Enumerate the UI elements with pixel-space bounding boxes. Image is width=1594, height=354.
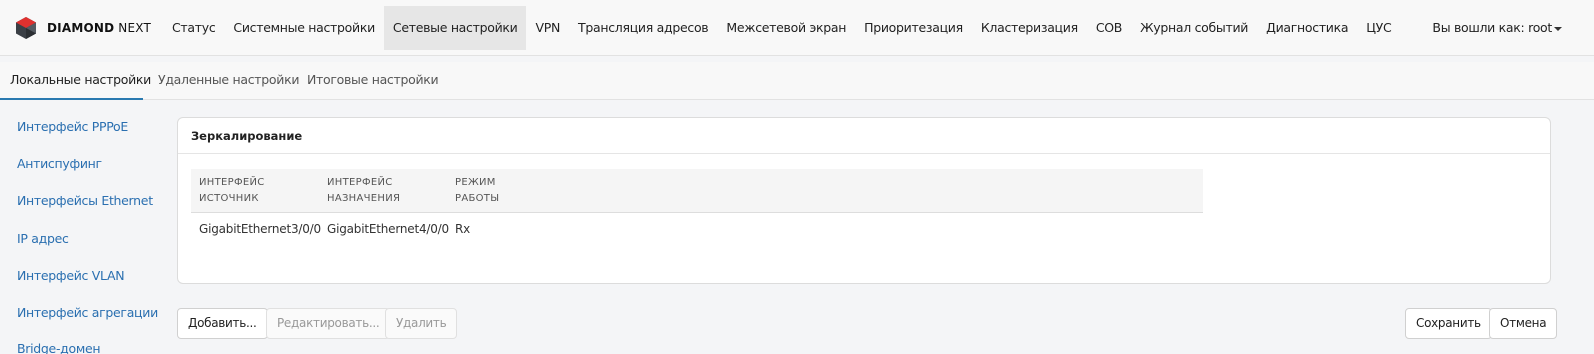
table-row[interactable]: GigabitEthernet3/0/0 GigabitEthernet4/0/…	[191, 213, 1203, 247]
sidebar-item-antispoofing[interactable]: Антиспуфинг	[17, 156, 102, 171]
panel-title: Зеркалирование	[178, 118, 1550, 154]
column-header-destination[interactable]: Интерфейс назначения	[327, 175, 400, 207]
cell-source: GigabitEthernet3/0/0	[199, 222, 321, 236]
sidebar-item-pppoe[interactable]: Интерфейс PPPoE	[17, 119, 128, 134]
user-menu[interactable]: Вы вошли как: root	[1432, 6, 1562, 50]
tab-remote-settings[interactable]: Удаленные настройки	[158, 62, 299, 100]
sidebar-item-ip-address[interactable]: IP адрес	[17, 231, 69, 246]
delete-button[interactable]: Удалить	[385, 308, 458, 339]
caret-down-icon	[1554, 26, 1562, 31]
mirroring-table: Интерфейс источник Интерфейс назначения Ре…	[191, 169, 1203, 247]
nav-item-event-log[interactable]: Журнал событий	[1131, 6, 1257, 50]
sub-tabs: Локальные настройки Удаленные настройки …	[0, 62, 1594, 100]
brand[interactable]: DIAMOND NEXT	[14, 16, 151, 40]
table-header: Интерфейс источник Интерфейс назначения Ре…	[191, 169, 1203, 213]
tab-local-settings[interactable]: Локальные настройки	[0, 62, 151, 100]
nav-item-cus[interactable]: ЦУС	[1357, 6, 1400, 50]
main-nav: Статус Системные настройки Сетевые настр…	[163, 6, 1400, 50]
nav-item-nat[interactable]: Трансляция адресов	[569, 6, 717, 50]
nav-item-ids[interactable]: СОВ	[1087, 6, 1131, 50]
save-button[interactable]: Сохранить	[1405, 308, 1492, 339]
tab-summary-settings[interactable]: Итоговые настройки	[307, 62, 439, 100]
nav-item-status[interactable]: Статус	[163, 6, 224, 50]
nav-item-diagnostics[interactable]: Диагностика	[1257, 6, 1357, 50]
brand-name: DIAMOND NEXT	[47, 21, 151, 35]
cell-mode: Rx	[455, 222, 471, 236]
nav-item-system-settings[interactable]: Системные настройки	[224, 6, 384, 50]
cell-destination: GigabitEthernet4/0/0	[327, 222, 449, 236]
column-header-mode[interactable]: Режим работы	[455, 175, 499, 207]
top-navbar: DIAMOND NEXT Статус Системные настройки …	[0, 0, 1594, 56]
mirroring-panel: Зеркалирование Интерфейс источник Интерфе…	[177, 117, 1551, 284]
sidebar-item-ethernet[interactable]: Интерфейсы Ethernet	[17, 193, 153, 208]
nav-item-network-settings[interactable]: Сетевые настройки	[383, 6, 527, 50]
user-menu-label: Вы вошли как: root	[1432, 20, 1552, 35]
nav-item-clustering[interactable]: Кластеризация	[972, 6, 1087, 50]
nav-item-firewall[interactable]: Межсетевой экран	[717, 6, 855, 50]
cancel-button[interactable]: Отмена	[1489, 308, 1558, 339]
sidebar-item-bridge-domain[interactable]: Bridge-домен	[17, 341, 101, 354]
sidebar-item-aggregation[interactable]: Интерфейс агрегации	[17, 305, 158, 320]
column-header-source[interactable]: Интерфейс источник	[199, 175, 265, 207]
sidebar-item-vlan[interactable]: Интерфейс VLAN	[17, 268, 125, 283]
diamond-logo-icon	[16, 17, 36, 39]
add-button[interactable]: Добавить...	[177, 308, 268, 339]
nav-item-vpn[interactable]: VPN	[526, 6, 569, 50]
nav-item-qos[interactable]: Приоритезация	[855, 6, 972, 50]
sidebar: Интерфейс PPPoE Антиспуфинг Интерфейсы E…	[0, 101, 160, 354]
edit-button[interactable]: Редактировать...	[266, 308, 391, 339]
